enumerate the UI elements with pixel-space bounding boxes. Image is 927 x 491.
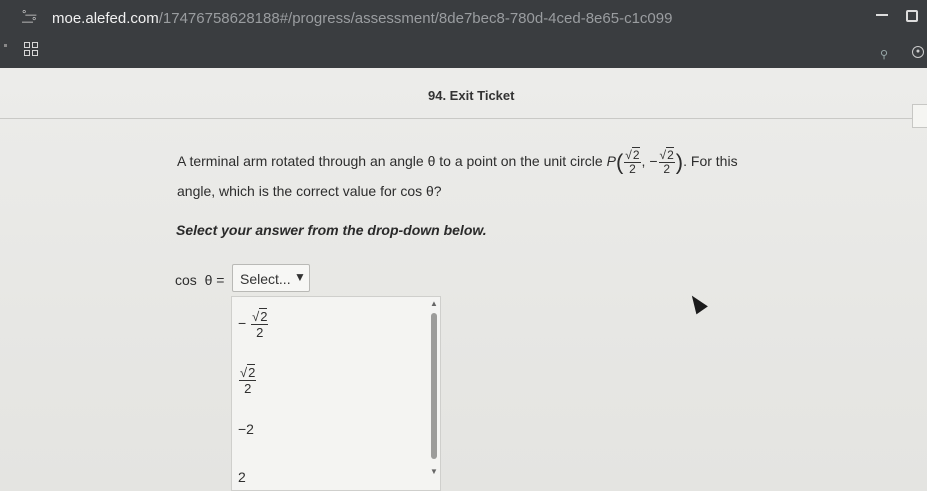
side-tab[interactable] bbox=[912, 104, 927, 128]
chevron-down-icon: ▼ bbox=[294, 270, 306, 284]
option-fraction: √2 2 bbox=[251, 308, 269, 340]
bookmarks-row: ⚲ ● bbox=[0, 36, 927, 66]
answer-select[interactable]: Select... ▼ bbox=[232, 264, 310, 292]
x-fraction: √2 2 bbox=[624, 146, 641, 176]
option-neg-sqrt2-over-2[interactable]: − √2 2 bbox=[238, 308, 269, 340]
page-title: 94. Exit Ticket bbox=[428, 88, 515, 103]
answer-label: cos θ = bbox=[175, 272, 225, 288]
dropdown-list[interactable]: − √2 2 √2 2 −2 2 ▲ ▼ bbox=[231, 296, 441, 491]
tune-icon[interactable]: °— —° bbox=[22, 10, 38, 28]
scroll-up-icon[interactable]: ▲ bbox=[430, 299, 438, 308]
open-paren: ( bbox=[615, 149, 624, 175]
grid-icon[interactable] bbox=[24, 42, 38, 56]
url-host: moe.alefed.com bbox=[52, 10, 159, 27]
profile-icon[interactable]: ● bbox=[912, 46, 924, 58]
option-neg-2[interactable]: −2 bbox=[238, 421, 254, 437]
option-fraction: √2 2 bbox=[239, 364, 257, 396]
address-bar[interactable]: °— —° moe.alefed.com/17476758628188#/prog… bbox=[0, 6, 927, 32]
question-part3: angle, which is the correct value for co… bbox=[177, 183, 442, 199]
option-sqrt2-over-2[interactable]: √2 2 bbox=[238, 364, 257, 396]
option-sign: − bbox=[238, 315, 247, 332]
url-path: /17476758628188#/progress/assessment/8de… bbox=[158, 10, 673, 27]
minimize-icon[interactable] bbox=[876, 14, 888, 16]
point-label: P bbox=[606, 153, 616, 169]
scroll-thumb[interactable] bbox=[431, 313, 437, 459]
instruction: Select your answer from the drop-down be… bbox=[176, 222, 487, 238]
url-text[interactable]: moe.alefed.com/17476758628188#/progress/… bbox=[52, 10, 872, 27]
question-part2: . For this bbox=[683, 153, 738, 169]
question-part1: A terminal arm rotated through an angle … bbox=[177, 153, 603, 169]
option-2[interactable]: 2 bbox=[238, 469, 246, 485]
point-comma: , bbox=[641, 153, 646, 169]
assessment-page: 94. Exit Ticket A terminal arm rotated t… bbox=[0, 68, 927, 491]
search-icon[interactable]: ⚲ bbox=[880, 48, 888, 61]
browser-chrome: °— —° moe.alefed.com/17476758628188#/prog… bbox=[0, 0, 927, 68]
y-sign: − bbox=[649, 153, 658, 169]
title-band: 94. Exit Ticket bbox=[0, 68, 927, 119]
y-fraction: √2 2 bbox=[658, 146, 675, 176]
select-value: Select... bbox=[240, 271, 291, 287]
dot-icon bbox=[4, 44, 7, 47]
scrollbar[interactable]: ▲ ▼ bbox=[428, 297, 440, 491]
scroll-down-icon[interactable]: ▼ bbox=[430, 467, 438, 476]
maximize-icon[interactable] bbox=[906, 10, 918, 22]
